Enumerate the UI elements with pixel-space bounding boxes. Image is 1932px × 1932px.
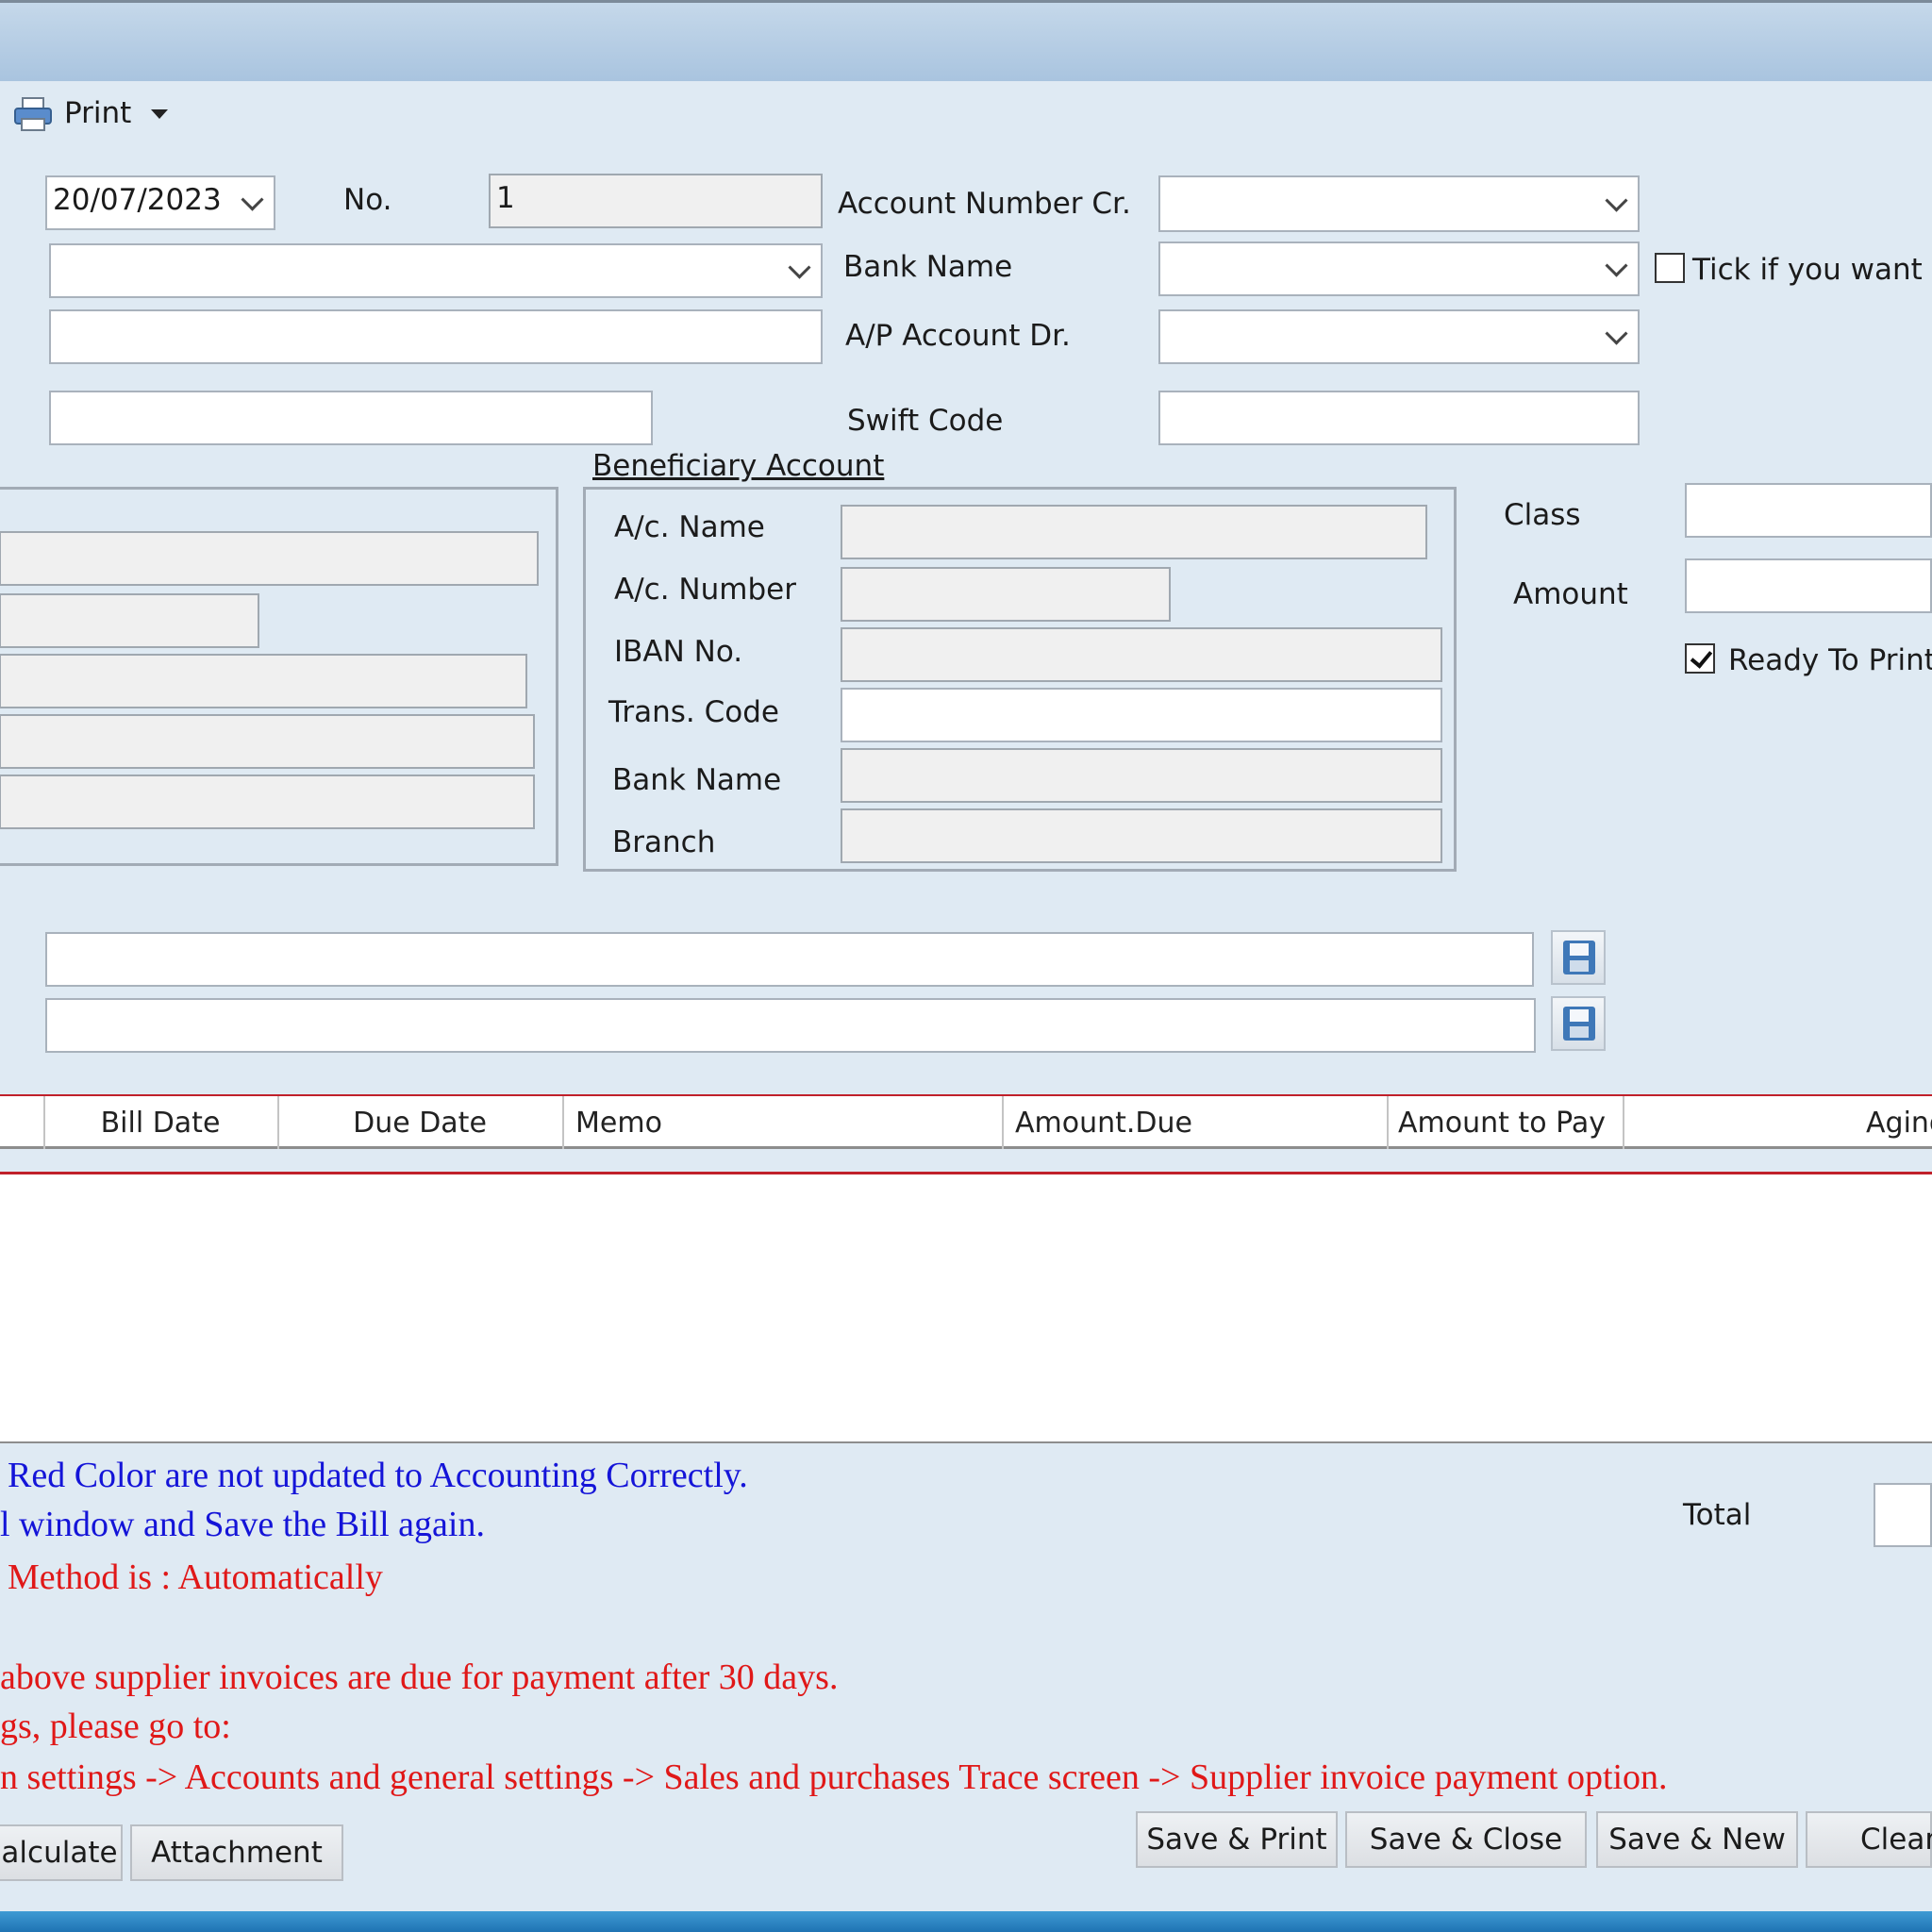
- calculate-button[interactable]: alculate: [0, 1824, 123, 1881]
- chevron-down-icon: [1605, 189, 1628, 212]
- no-field[interactable]: 1: [489, 174, 823, 228]
- print-label: Print: [64, 96, 132, 130]
- bank-name-label: Bank Name: [843, 250, 1013, 284]
- note-line-5: gs, please go to:: [0, 1707, 231, 1746]
- title-bar: [0, 0, 1932, 81]
- note-line-4: above supplier invoices are due for paym…: [0, 1657, 839, 1697]
- column-header-memo[interactable]: Memo: [562, 1096, 1004, 1149]
- total-field[interactable]: [1874, 1483, 1932, 1547]
- beneficiary-account-group: A/c. Name A/c. Number IBAN No. Trans. Co…: [583, 487, 1457, 872]
- left-field-5[interactable]: [0, 774, 535, 829]
- address-field[interactable]: [49, 309, 823, 364]
- memo-field-1[interactable]: [45, 932, 1534, 987]
- ac-number-label: A/c. Number: [614, 573, 796, 607]
- tick-checkbox[interactable]: [1655, 253, 1685, 283]
- chevron-down-icon: [788, 256, 811, 279]
- ap-account-dr-combo[interactable]: [1158, 309, 1640, 364]
- trans-code-label: Trans. Code: [608, 695, 779, 729]
- ac-name-field[interactable]: [841, 505, 1427, 559]
- bills-grid-body[interactable]: [0, 1172, 1932, 1443]
- column-header-bill-date[interactable]: Bill Date: [43, 1096, 279, 1149]
- floppy-disk-icon: [1563, 941, 1595, 974]
- class-field[interactable]: [1685, 483, 1932, 538]
- amount-field[interactable]: [1685, 558, 1932, 613]
- reference-field[interactable]: [49, 391, 653, 445]
- no-value: 1: [496, 181, 515, 215]
- column-header-aging[interactable]: Aging: [1624, 1096, 1932, 1149]
- column-header-amount-to-pay[interactable]: Amount to Pay: [1389, 1096, 1624, 1149]
- chevron-down-icon: [1605, 322, 1628, 345]
- attachment-button[interactable]: Attachment: [130, 1824, 343, 1881]
- date-picker[interactable]: 20/07/2023: [45, 175, 275, 230]
- left-field-1[interactable]: [0, 531, 539, 586]
- left-field-4[interactable]: [0, 714, 535, 769]
- left-group-box: [0, 487, 558, 866]
- save-and-new-button[interactable]: Save & New: [1596, 1811, 1798, 1868]
- left-field-2[interactable]: [0, 593, 259, 648]
- floppy-disk-icon: [1563, 1007, 1595, 1041]
- account-number-cr-combo[interactable]: [1158, 175, 1640, 232]
- chevron-down-icon: [151, 109, 168, 119]
- ready-to-print-label: Ready To Print: [1728, 643, 1932, 677]
- print-menu-button[interactable]: Print: [11, 94, 176, 140]
- branch-label: Branch: [612, 825, 716, 859]
- beneficiary-bank-name-label: Bank Name: [612, 763, 782, 797]
- memo-field-2[interactable]: [45, 998, 1536, 1053]
- ac-number-field[interactable]: [841, 567, 1171, 622]
- left-field-3[interactable]: [0, 654, 527, 708]
- save-memo-1-button[interactable]: [1551, 930, 1606, 985]
- ready-to-print-checkbox[interactable]: [1685, 643, 1715, 674]
- date-value: 20/07/2023: [53, 183, 222, 217]
- chevron-down-icon: [1605, 254, 1628, 277]
- iban-label: IBAN No.: [614, 635, 743, 669]
- note-line-1: Red Color are not updated to Accounting …: [8, 1456, 748, 1495]
- beneficiary-account-title: Beneficiary Account: [592, 449, 885, 483]
- column-header-amount-due[interactable]: Amount.Due: [1004, 1096, 1389, 1149]
- iban-field[interactable]: [841, 627, 1442, 682]
- bills-grid-header: Bill Date Due Date Memo Amount.Due Amoun…: [0, 1094, 1932, 1149]
- amount-label: Amount: [1513, 577, 1628, 611]
- class-label: Class: [1504, 498, 1581, 532]
- trans-code-field[interactable]: [841, 688, 1442, 742]
- note-line-2: l window and Save the Bill again.: [0, 1505, 485, 1544]
- save-memo-2-button[interactable]: [1551, 996, 1606, 1051]
- branch-field[interactable]: [841, 808, 1442, 863]
- note-line-6: n settings -> Accounts and general setti…: [0, 1757, 1668, 1797]
- note-line-3: Method is : Automatically: [8, 1557, 383, 1597]
- ac-name-label: A/c. Name: [614, 510, 765, 544]
- total-label: Total: [1683, 1498, 1752, 1532]
- beneficiary-bank-name-field[interactable]: [841, 748, 1442, 803]
- swift-code-field[interactable]: [1158, 391, 1640, 445]
- window-bottom-edge: [0, 1911, 1932, 1932]
- payee-combo[interactable]: [49, 243, 823, 298]
- ap-account-dr-label: A/P Account Dr.: [845, 319, 1071, 353]
- tick-label: Tick if you want Ba: [1692, 253, 1932, 287]
- account-number-cr-label: Account Number Cr.: [838, 187, 1131, 221]
- column-header-blank: [0, 1096, 45, 1149]
- save-and-print-button[interactable]: Save & Print: [1136, 1811, 1338, 1868]
- printer-icon: [14, 97, 52, 131]
- column-header-due-date[interactable]: Due Date: [277, 1096, 564, 1149]
- swift-code-label: Swift Code: [847, 404, 1004, 438]
- clear-button[interactable]: Clear: [1806, 1811, 1932, 1868]
- no-label: No.: [343, 183, 392, 217]
- bank-name-combo[interactable]: [1158, 242, 1640, 296]
- check-icon: [1690, 645, 1713, 669]
- save-and-close-button[interactable]: Save & Close: [1345, 1811, 1587, 1868]
